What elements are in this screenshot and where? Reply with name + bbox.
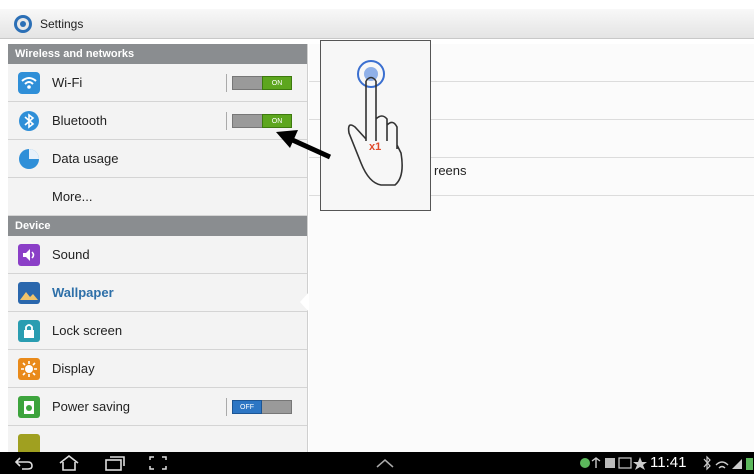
status-clock: 11:41 xyxy=(650,454,687,471)
brightness-icon xyxy=(18,357,40,380)
screenshot-icon[interactable] xyxy=(148,455,168,471)
sidebar-item-more[interactable]: More... xyxy=(8,178,307,216)
settings-sidebar: Wireless and networks Wi-Fi ON Bluetooth… xyxy=(8,44,308,452)
home-icon[interactable] xyxy=(58,455,80,471)
sidebar-item-label: Lock screen xyxy=(52,323,123,338)
sidebar-item-label: Wi-Fi xyxy=(52,75,83,90)
toggle-state: OFF xyxy=(232,400,262,414)
sidebar-item-label: Bluetooth xyxy=(52,113,107,128)
sidebar-item-label: Sound xyxy=(52,247,90,262)
content-row-label: reens xyxy=(434,163,467,178)
notification-icons xyxy=(580,457,647,470)
wifi-toggle[interactable]: ON xyxy=(232,76,292,90)
sidebar-item-label: Wallpaper xyxy=(52,285,114,300)
section-header-wireless: Wireless and networks xyxy=(8,44,307,64)
section-header-device: Device xyxy=(8,216,307,236)
sidebar-item-label: Display xyxy=(52,361,95,376)
lock-icon xyxy=(18,319,40,342)
speaker-icon xyxy=(18,243,40,266)
app-title: Settings xyxy=(40,16,84,31)
wallpaper-icon xyxy=(18,281,40,304)
sidebar-item-data-usage[interactable]: Data usage xyxy=(8,140,307,178)
pointer-arrow-icon xyxy=(276,130,332,160)
sidebar-item-partial[interactable] xyxy=(8,426,307,452)
sidebar-item-wallpaper[interactable]: Wallpaper xyxy=(8,274,307,312)
hand-tap-icon xyxy=(347,60,403,186)
sidebar-item-power-saving[interactable]: Power saving OFF xyxy=(8,388,307,426)
bluetooth-icon xyxy=(19,110,39,131)
wifi-icon xyxy=(18,71,40,94)
sidebar-item-label: Data usage xyxy=(52,151,119,166)
title-bar: Settings xyxy=(0,9,754,39)
sidebar-item-label: More... xyxy=(52,189,93,204)
storage-icon xyxy=(18,433,40,452)
sidebar-item-bluetooth[interactable]: Bluetooth ON xyxy=(8,102,307,140)
divider xyxy=(226,74,227,92)
settings-gear-icon[interactable] xyxy=(12,13,34,35)
sidebar-item-lock-screen[interactable]: Lock screen xyxy=(8,312,307,350)
chevron-up-icon[interactable] xyxy=(374,455,396,471)
selection-indicator xyxy=(300,292,309,312)
power-saving-toggle[interactable]: OFF xyxy=(232,400,292,414)
back-icon[interactable] xyxy=(14,455,34,471)
divider xyxy=(226,112,227,130)
sidebar-item-label: Power saving xyxy=(52,399,131,414)
status-icons xyxy=(703,455,753,471)
divider xyxy=(226,398,227,416)
recent-apps-icon[interactable] xyxy=(104,455,126,471)
sidebar-item-display[interactable]: Display xyxy=(8,350,307,388)
power-saving-icon xyxy=(18,395,40,418)
sidebar-item-sound[interactable]: Sound xyxy=(8,236,307,274)
tap-gesture-overlay: x1 xyxy=(320,40,431,211)
tap-count-label: x1 xyxy=(369,141,382,153)
system-navigation-bar: 11:41 xyxy=(0,452,754,474)
data-usage-icon xyxy=(19,148,39,169)
toggle-state: ON xyxy=(262,76,292,90)
sidebar-item-wifi[interactable]: Wi-Fi ON xyxy=(8,64,307,102)
